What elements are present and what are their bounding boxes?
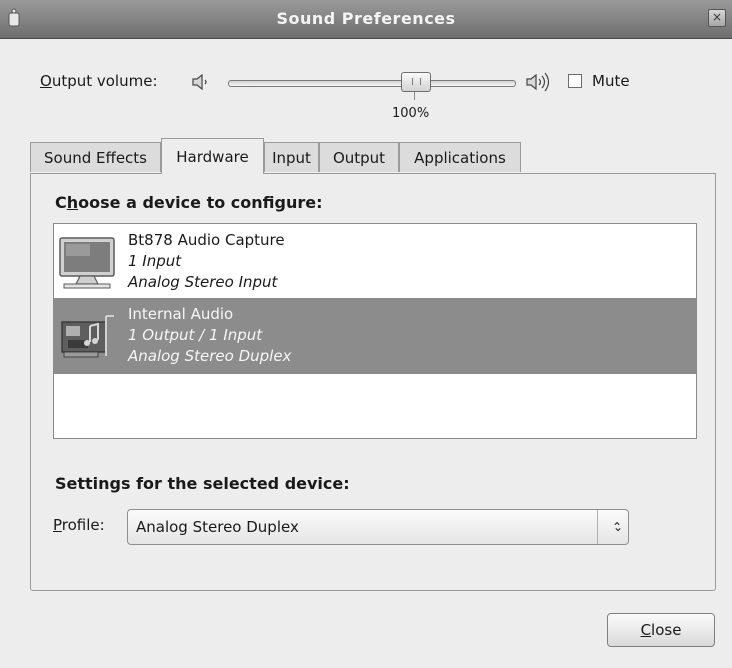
close-button[interactable]: Close bbox=[607, 613, 715, 647]
device-row-internal-audio[interactable]: Internal Audio 1 Output / 1 Input Analog… bbox=[54, 298, 696, 374]
up-down-arrows-icon: ⌃⌄ bbox=[597, 510, 628, 544]
profile-label: Profile: bbox=[53, 516, 105, 534]
tab-sound-effects[interactable]: Sound Effects bbox=[30, 142, 161, 172]
device-row-bt878[interactable]: Bt878 Audio Capture 1 Input Analog Stere… bbox=[54, 224, 696, 300]
tab-input[interactable]: Input bbox=[264, 142, 319, 172]
hardware-panel: Choose a device to configure: Bt878 Audi… bbox=[30, 173, 716, 591]
device-io: 1 Output / 1 Input bbox=[128, 326, 263, 344]
volume-percent-label: 100% bbox=[392, 106, 430, 121]
sound-card-icon bbox=[61, 315, 114, 358]
output-volume-slider[interactable] bbox=[228, 80, 516, 87]
window-title: Sound Preferences bbox=[276, 9, 456, 28]
choose-device-heading: Choose a device to configure: bbox=[55, 193, 323, 212]
window-close-button[interactable]: × bbox=[708, 9, 726, 27]
device-text: Internal Audio 1 Output / 1 Input Analog… bbox=[128, 304, 291, 367]
speaker-low-icon bbox=[192, 73, 207, 91]
device-profile: Analog Stereo Input bbox=[128, 273, 278, 291]
device-list[interactable]: Bt878 Audio Capture 1 Input Analog Stere… bbox=[53, 223, 697, 439]
settings-heading: Settings for the selected device: bbox=[55, 474, 350, 493]
slider-tick-mark bbox=[414, 92, 415, 100]
speaker-high-icon bbox=[526, 72, 550, 92]
profile-select[interactable]: Analog Stereo Duplex ⌃⌄ bbox=[127, 509, 629, 545]
device-io: 1 Input bbox=[128, 252, 182, 270]
profile-selected-value: Analog Stereo Duplex bbox=[136, 518, 299, 536]
device-name: Bt878 Audio Capture bbox=[128, 231, 285, 249]
tab-output[interactable]: Output bbox=[319, 142, 399, 172]
monitor-icon bbox=[59, 237, 115, 289]
device-text: Bt878 Audio Capture 1 Input Analog Stere… bbox=[128, 230, 285, 293]
tab-applications[interactable]: Applications bbox=[399, 142, 521, 172]
device-name: Internal Audio bbox=[128, 305, 234, 323]
output-volume-slider-thumb[interactable] bbox=[401, 72, 431, 92]
tab-hardware[interactable]: Hardware bbox=[161, 138, 264, 174]
title-bar: Sound Preferences × bbox=[0, 0, 732, 39]
mute-label[interactable]: Mute bbox=[592, 72, 630, 90]
device-profile: Analog Stereo Duplex bbox=[128, 347, 292, 365]
output-volume-label: Output volume: bbox=[40, 72, 158, 90]
mute-checkbox[interactable] bbox=[568, 74, 582, 88]
